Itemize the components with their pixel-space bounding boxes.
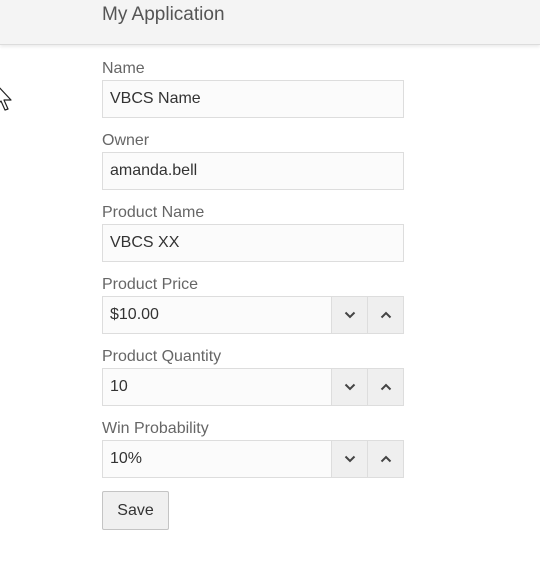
name-field: Name (102, 57, 404, 118)
product-price-field: Product Price (102, 273, 404, 334)
owner-field: Owner (102, 129, 404, 190)
product-price-input[interactable] (103, 297, 331, 333)
product-quantity-decrement-button[interactable] (331, 369, 367, 405)
product-price-label: Product Price (102, 276, 199, 293)
name-input[interactable] (102, 80, 404, 118)
product-name-input[interactable] (102, 224, 404, 262)
chevron-down-icon (344, 311, 355, 319)
chevron-up-icon (380, 383, 391, 391)
application-form: Name Owner Product Name Product Price Pr… (102, 57, 404, 530)
product-quantity-field: Product Quantity (102, 345, 404, 406)
mouse-pointer-icon (0, 87, 12, 111)
product-name-label: Product Name (102, 204, 205, 221)
win-probability-spinner (102, 440, 404, 478)
win-probability-decrement-button[interactable] (331, 441, 367, 477)
product-price-increment-button[interactable] (367, 297, 403, 333)
name-label: Name (102, 60, 145, 77)
save-button[interactable]: Save (102, 491, 169, 530)
product-quantity-increment-button[interactable] (367, 369, 403, 405)
owner-input[interactable] (102, 152, 404, 190)
product-name-field: Product Name (102, 201, 404, 262)
chevron-up-icon (380, 455, 391, 463)
win-probability-label: Win Probability (102, 420, 209, 437)
product-quantity-spinner (102, 368, 404, 406)
win-probability-increment-button[interactable] (367, 441, 403, 477)
app-header: My Application (0, 0, 540, 45)
owner-label: Owner (102, 132, 150, 149)
product-price-spinner (102, 296, 404, 334)
app-title: My Application (102, 4, 225, 25)
product-price-decrement-button[interactable] (331, 297, 367, 333)
product-quantity-input[interactable] (103, 369, 331, 405)
chevron-down-icon (344, 455, 355, 463)
win-probability-field: Win Probability (102, 417, 404, 478)
chevron-up-icon (380, 311, 391, 319)
chevron-down-icon (344, 383, 355, 391)
product-quantity-label: Product Quantity (102, 348, 222, 365)
win-probability-input[interactable] (103, 441, 331, 477)
